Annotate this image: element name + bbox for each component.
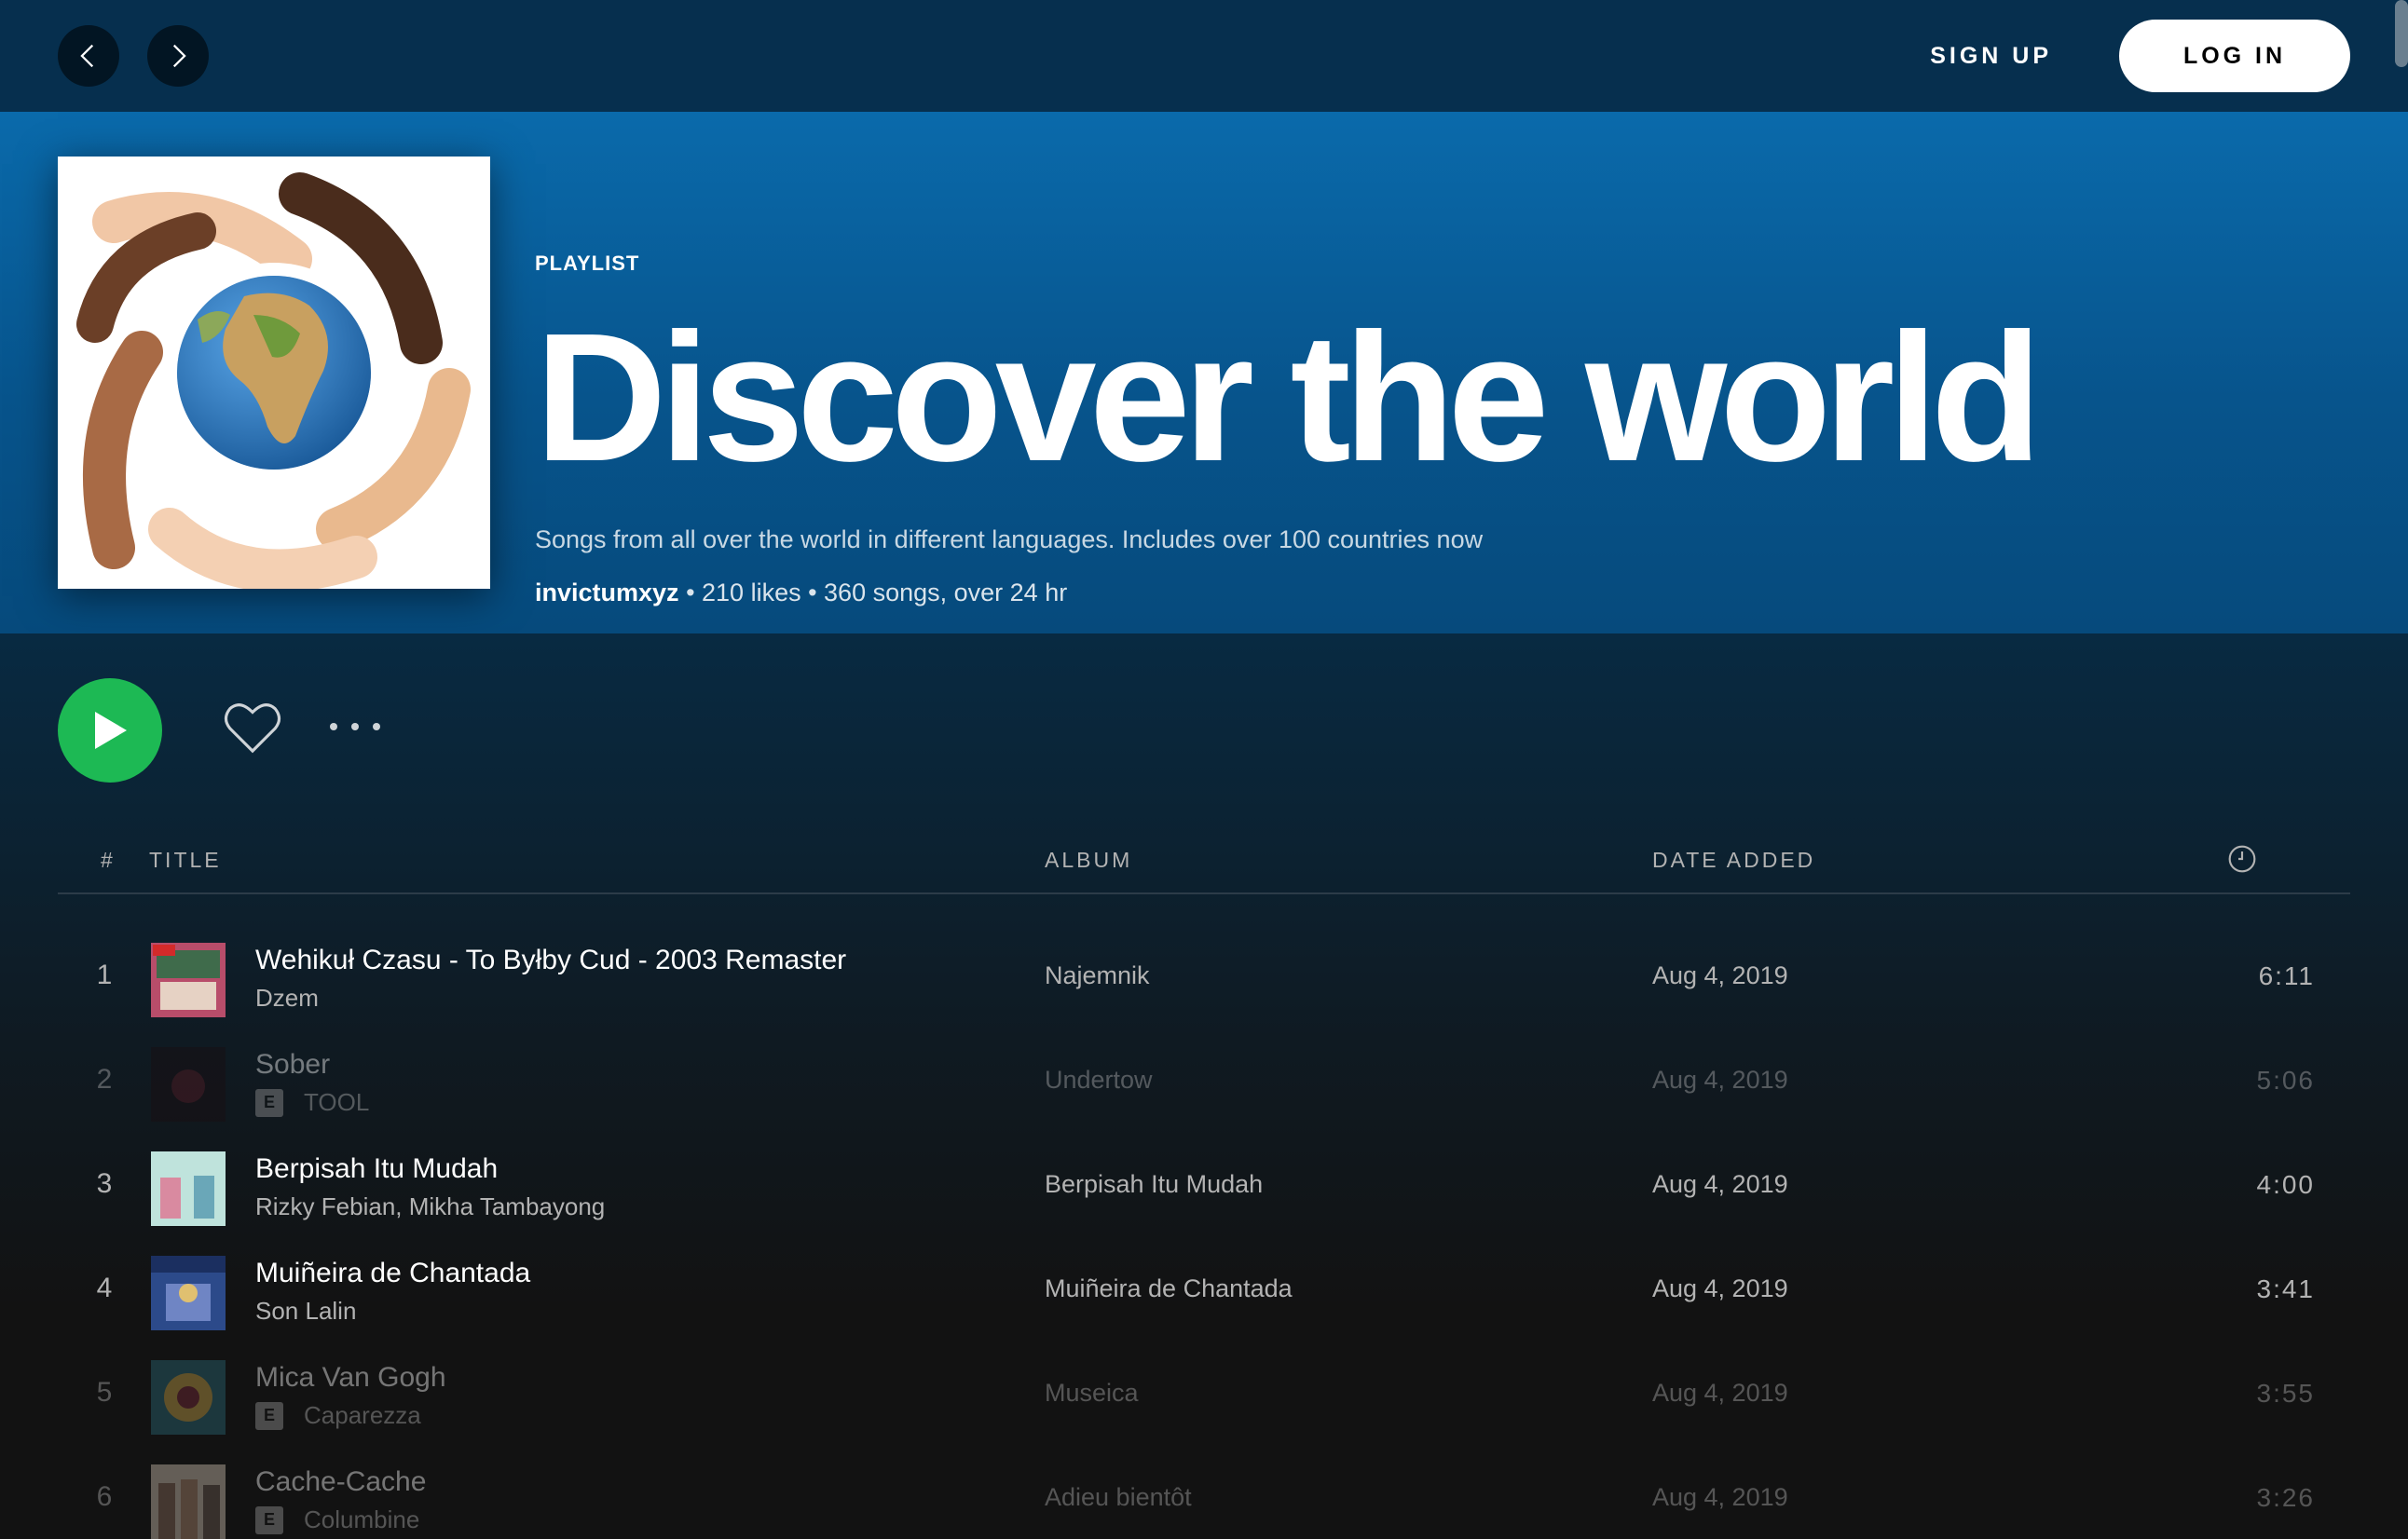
track-row[interactable]: 6 Cache-Cache E Columbine Adieu bientôt A…: [58, 1450, 2350, 1539]
track-title[interactable]: Mica Van Gogh: [255, 1362, 446, 1394]
track-artist[interactable]: Dzem: [255, 984, 319, 1013]
explicit-badge: E: [255, 1088, 283, 1117]
track-row[interactable]: 5 Mica Van Gogh E Caparezza Museica Aug 4…: [58, 1345, 2350, 1450]
track-duration: 3:26: [2256, 1483, 2315, 1512]
track-title[interactable]: Wehikuł Czasu - To Byłby Cud - 2003 Rema…: [255, 945, 846, 976]
track-duration: 4:00: [2256, 1170, 2315, 1199]
track-number: 6: [96, 1481, 113, 1512]
track-album[interactable]: Najemnik: [1045, 961, 1150, 990]
track-album-art: [151, 1151, 226, 1226]
heart-icon[interactable]: [224, 701, 281, 755]
track-date-added: Aug 4, 2019: [1652, 1379, 1788, 1407]
playlist-description: Songs from all over the world in differe…: [535, 525, 1484, 553]
track-album[interactable]: Berpisah Itu Mudah: [1045, 1170, 1263, 1199]
track-date-added: Aug 4, 2019: [1652, 1274, 1788, 1302]
column-header-date-added: DATE ADDED: [1652, 848, 1816, 872]
column-header-album: ALBUM: [1045, 848, 1133, 872]
playlist-type-label: PLAYLIST: [535, 252, 640, 275]
playlist-owner-link[interactable]: invictumxyz: [535, 579, 679, 606]
track-title[interactable]: Muiñeira de Chantada: [255, 1258, 530, 1289]
clock-icon: [2228, 845, 2256, 873]
playlist-cover-image: [58, 157, 490, 589]
track-row[interactable]: 3 Berpisah Itu Mudah Rizky Febian, Mikha…: [58, 1137, 2350, 1241]
track-album-art: [151, 1464, 226, 1539]
top-bar: SIGN UP LOG IN: [0, 0, 2408, 112]
scrollbar[interactable]: [2395, 0, 2408, 67]
track-date-added: Aug 4, 2019: [1652, 1066, 1788, 1094]
track-number: 5: [96, 1377, 113, 1408]
explicit-badge: E: [255, 1505, 283, 1534]
track-number: 2: [96, 1064, 113, 1095]
track-duration: 5:06: [2256, 1066, 2315, 1095]
track-duration: 6:11: [2258, 961, 2315, 990]
tracklist-header: # TITLE ALBUM DATE ADDED: [58, 837, 2350, 894]
track-album[interactable]: Museica: [1045, 1379, 1139, 1408]
track-number: 4: [96, 1273, 113, 1303]
track-artist[interactable]: E TOOL: [255, 1088, 369, 1117]
track-album[interactable]: Adieu bientôt: [1045, 1483, 1192, 1512]
playlist-stats: • 210 likes • 360 songs, over 24 hr: [678, 579, 1068, 606]
chevron-right-icon: [172, 44, 186, 68]
playlist-title: Discover the world: [535, 295, 2043, 499]
track-row[interactable]: 4 Muiñeira de Chantada Son Lalin Muiñeir…: [58, 1241, 2350, 1345]
track-title[interactable]: Cache-Cache: [255, 1466, 426, 1498]
track-date-added: Aug 4, 2019: [1652, 1483, 1788, 1511]
track-artist[interactable]: Son Lalin: [255, 1297, 356, 1326]
track-title[interactable]: Berpisah Itu Mudah: [255, 1153, 498, 1185]
track-title[interactable]: Sober: [255, 1049, 330, 1081]
track-duration: 3:55: [2256, 1379, 2315, 1408]
play-icon: [95, 712, 127, 749]
track-date-added: Aug 4, 2019: [1652, 1170, 1788, 1198]
column-header-number: #: [101, 848, 116, 872]
playlist-meta: invictumxyz • 210 likes • 360 songs, ove…: [535, 579, 2305, 607]
log-in-button[interactable]: LOG IN: [2119, 20, 2350, 92]
track-album-art: [151, 1256, 226, 1330]
track-artist[interactable]: Rizky Febian, Mikha Tambayong: [255, 1192, 605, 1221]
playlist-header: PLAYLIST Discover the world Songs from a…: [0, 112, 2408, 633]
chevron-left-icon: [80, 44, 94, 68]
track-album[interactable]: Muiñeira de Chantada: [1045, 1274, 1293, 1303]
track-row[interactable]: 2 Sober E TOOL Undertow Aug 4, 2019 5:06: [58, 1032, 2350, 1137]
track-album-art: [151, 1047, 226, 1122]
track-date-added: Aug 4, 2019: [1652, 961, 1788, 989]
track-artist[interactable]: E Caparezza: [255, 1401, 421, 1430]
track-artist[interactable]: E Columbine: [255, 1505, 419, 1534]
back-button[interactable]: [58, 25, 119, 87]
explicit-badge: E: [255, 1401, 283, 1430]
track-number: 1: [96, 960, 113, 990]
track-album-art: [151, 1360, 226, 1435]
track-album-art: [151, 943, 226, 1017]
track-row[interactable]: 1 Wehikuł Czasu - To Byłby Cud - 2003 Re…: [58, 928, 2350, 1032]
forward-button[interactable]: [147, 25, 209, 87]
column-header-title: TITLE: [149, 848, 222, 872]
track-duration: 3:41: [2256, 1274, 2315, 1303]
more-options-icon[interactable]: [330, 714, 380, 740]
sign-up-button[interactable]: SIGN UP: [1930, 43, 2052, 70]
track-number: 3: [96, 1168, 113, 1199]
track-album[interactable]: Undertow: [1045, 1066, 1153, 1095]
play-button[interactable]: [58, 678, 162, 783]
